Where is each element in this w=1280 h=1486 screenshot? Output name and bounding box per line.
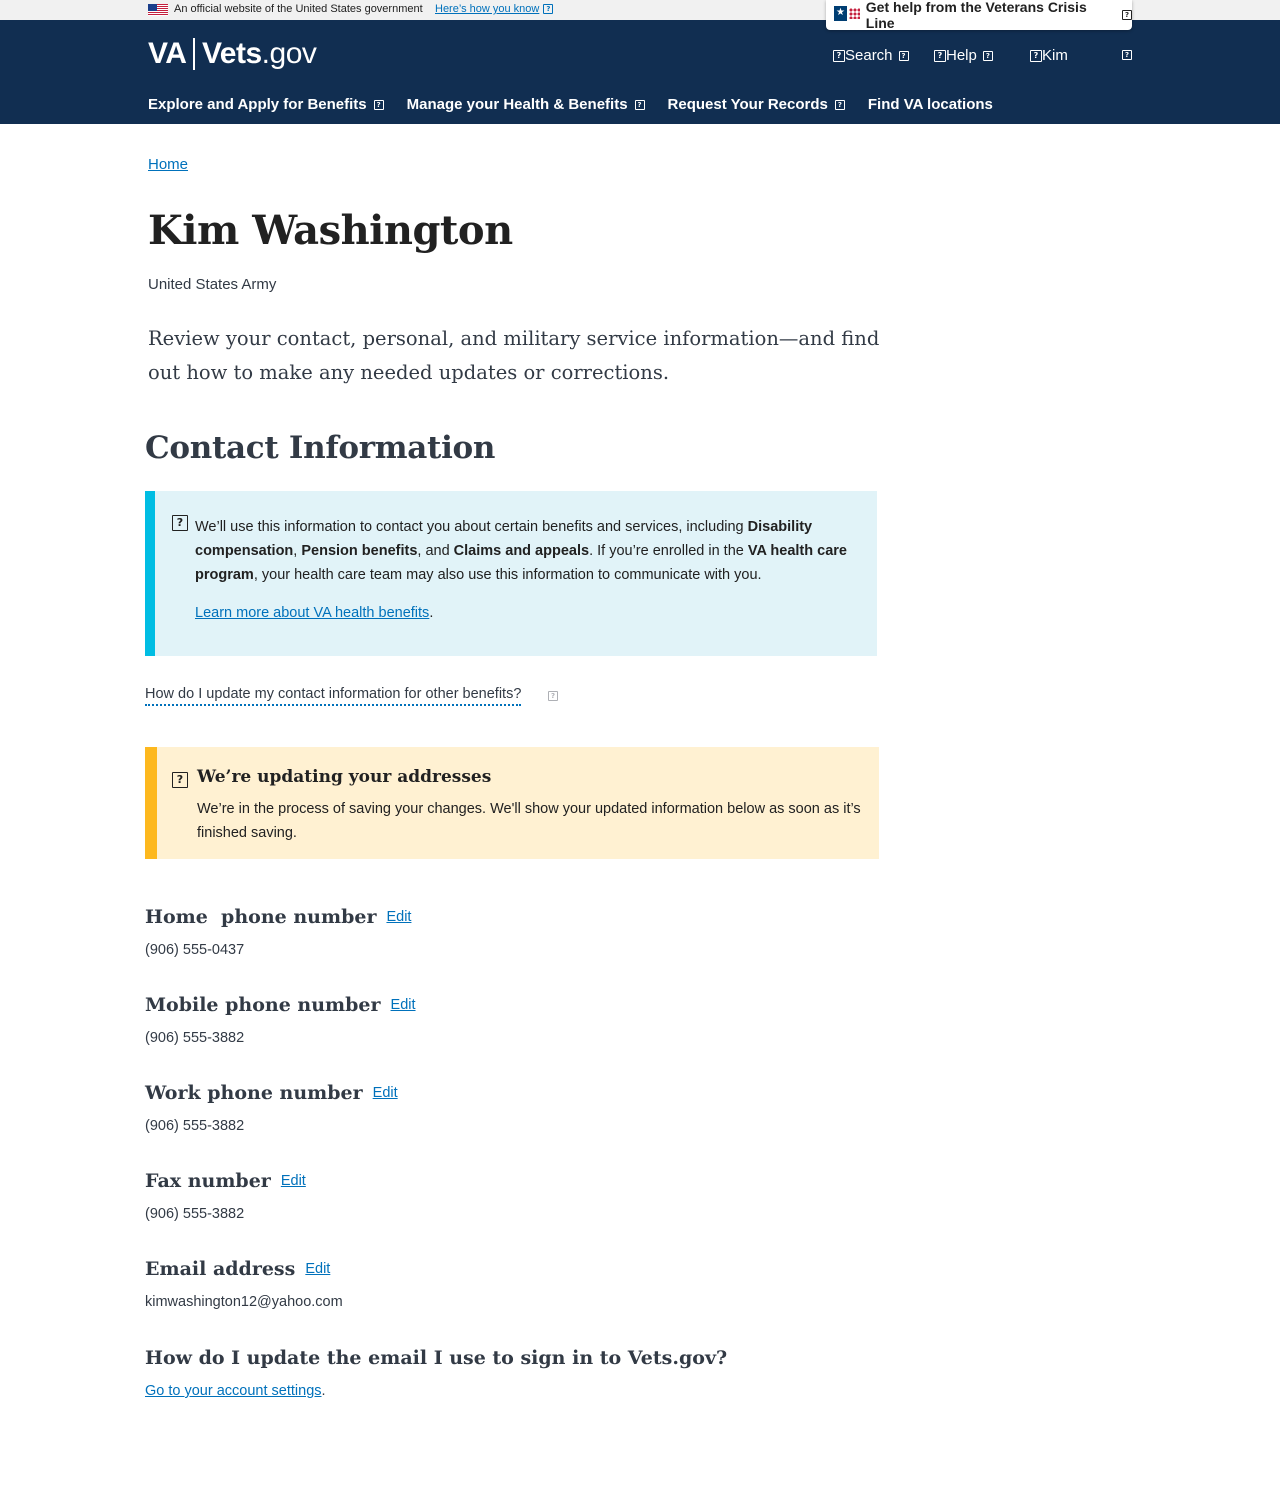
page-title: Kim Washington — [148, 207, 513, 254]
mobile-phone-label: Mobile phone number — [145, 994, 381, 1016]
info-alert-link-line: Learn more about VA health benefits. — [195, 605, 434, 621]
mobile-phone-value: (906) 555-3882 — [145, 1030, 245, 1046]
vets-gov-logo[interactable]: VA Vets .gov — [148, 37, 317, 71]
email-field: Email address Edit kimwashington12@yahoo.… — [145, 1258, 343, 1310]
logo-vets-text: Vets — [201, 37, 262, 70]
crisis-line-label: Get help from the Veterans Crisis Line — [865, 0, 1087, 31]
help-label: Help — [946, 47, 977, 64]
account-settings-link[interactable]: Go to your account settings — [145, 1383, 322, 1399]
home-phone-value: (906) 555-0437 — [145, 942, 245, 958]
warning-icon: ? — [172, 772, 188, 788]
work-phone-label: Work phone number — [145, 1082, 363, 1104]
chevron-down-icon: ? — [834, 99, 845, 110]
fax-field: Fax number Edit (906) 555-3882 — [145, 1170, 306, 1222]
nav-request-records[interactable]: Request Your Records? — [668, 96, 845, 113]
warning-alert-title: We’re updating your addresses — [197, 767, 492, 787]
search-button[interactable]: ? Search? — [833, 47, 909, 64]
work-phone-field: Work phone number Edit (906) 555-3882 — [145, 1082, 398, 1134]
home-phone-label: Home phone number — [145, 906, 377, 928]
fax-label: Fax number — [145, 1170, 271, 1192]
chevron-down-icon: ? — [373, 99, 384, 110]
flag-dots-icon — [849, 8, 860, 19]
email-value: kimwashington12@yahoo.com — [145, 1294, 343, 1310]
warning-alert: ? We’re updating your addresses We’re in… — [145, 747, 879, 859]
crisis-line-button[interactable]: ★ Get help from the Veterans Crisis Line… — [826, 0, 1132, 31]
official-site-text: An official website of the United States… — [174, 3, 423, 15]
user-menu-button[interactable]: ? Kim — [1030, 47, 1068, 64]
search-icon: ? — [833, 49, 845, 62]
info-alert: ? We’ll use this information to contact … — [145, 491, 877, 656]
info-icon: ? — [172, 515, 188, 531]
nav-find-locations[interactable]: Find VA locations — [868, 96, 993, 113]
service-branch: United States Army — [148, 276, 277, 293]
chevron-down-icon: ? — [1122, 10, 1132, 20]
nav-find-locations-label: Find VA locations — [867, 96, 993, 113]
chevron-down-icon: ? — [982, 50, 993, 61]
main-navigation: Explore and Apply for Benefits? Manage y… — [148, 96, 1016, 113]
contact-information-heading: Contact Information — [145, 430, 496, 466]
logo-gov-text: .gov — [261, 37, 317, 70]
nav-manage-health[interactable]: Manage your Health & Benefits? — [407, 96, 645, 113]
work-phone-edit-link[interactable]: Edit — [373, 1085, 398, 1101]
work-phone-value: (906) 555-3882 — [145, 1118, 245, 1134]
user-name: Kim — [1042, 47, 1068, 64]
chevron-down-icon: ? — [634, 99, 645, 110]
home-phone-edit-link[interactable]: Edit — [386, 909, 411, 925]
nav-manage-health-label: Manage your Health & Benefits — [406, 96, 628, 113]
info-alert-text: We’ll use this information to contact yo… — [195, 519, 847, 583]
mobile-phone-edit-link[interactable]: Edit — [391, 997, 416, 1013]
nav-request-records-label: Request Your Records — [667, 96, 828, 113]
intro-text: Review your contact, personal, and milit… — [148, 327, 880, 384]
account-settings-line: Go to your account settings. — [145, 1383, 326, 1399]
search-label: Search — [845, 47, 893, 64]
help-icon: ? — [934, 49, 946, 62]
how-you-know-label: Here’s how you know — [435, 3, 540, 15]
chevron-down-icon: ? — [543, 4, 554, 15]
fax-edit-link[interactable]: Edit — [281, 1173, 306, 1189]
home-phone-field: Home phone number Edit (906) 555-0437 — [145, 906, 411, 958]
site-header: VA Vets .gov ? Search? ? Help? ? Kim ? Explo… — [0, 20, 1280, 124]
warning-alert-text: We’re in the process of saving your chan… — [197, 801, 861, 841]
logo-va-text: VA — [148, 37, 187, 70]
how-you-know-link[interactable]: Here’s how you know? — [435, 3, 554, 15]
update-other-benefits-accordion[interactable]: How do I update my contact information f… — [145, 686, 522, 706]
email-label: Email address — [145, 1258, 296, 1280]
us-flag-icon — [148, 4, 168, 16]
mobile-phone-field: Mobile phone number Edit (906) 555-3882 — [145, 994, 416, 1046]
user-menu-chevron-icon[interactable]: ? — [1122, 50, 1132, 60]
email-edit-link[interactable]: Edit — [305, 1261, 330, 1277]
help-button[interactable]: ? Help? — [934, 47, 993, 64]
expand-icon[interactable]: ? — [548, 691, 558, 701]
chevron-down-icon: ? — [898, 50, 909, 61]
nav-explore-benefits-label: Explore and Apply for Benefits — [148, 96, 367, 113]
fax-value: (906) 555-3882 — [145, 1206, 245, 1222]
nav-explore-benefits[interactable]: Explore and Apply for Benefits? — [148, 96, 384, 113]
star-icon: ★ — [834, 6, 847, 21]
user-icon: ? — [1030, 49, 1042, 62]
logo-divider — [193, 38, 195, 70]
account-email-question: How do I update the email I use to sign … — [145, 1347, 728, 1369]
learn-more-health-benefits-link[interactable]: Learn more about VA health benefits — [195, 605, 429, 621]
crisis-line-icon: ★ — [834, 6, 860, 24]
breadcrumb-home-link[interactable]: Home — [148, 156, 188, 173]
